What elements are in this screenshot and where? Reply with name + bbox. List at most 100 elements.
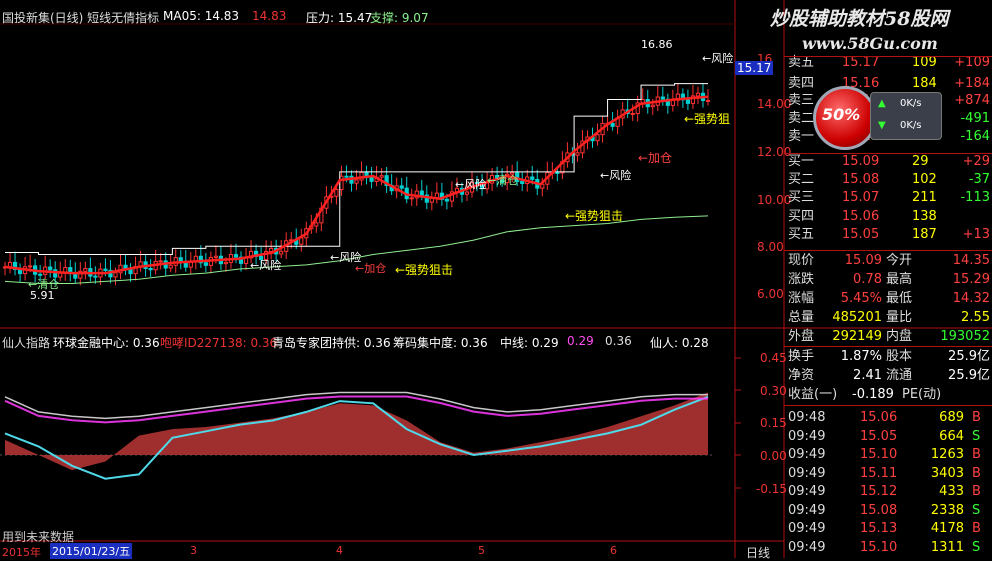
candle-body: [113, 272, 118, 278]
bid-label: 买四: [788, 209, 815, 224]
candle-body: [213, 255, 219, 259]
candle-body: [419, 190, 424, 196]
tick-time: 09:49: [788, 465, 826, 481]
ma5-value: 14.83: [252, 9, 287, 23]
indicator-item: 0.29: [567, 334, 594, 348]
candle-body: [334, 189, 339, 197]
candle-body: [269, 247, 274, 253]
tick-direction: B: [972, 447, 981, 462]
tick-row: 09:49 15.13 4178 B: [784, 520, 992, 537]
high-value-label: 16.86: [641, 38, 673, 51]
stat-value: 15.09: [844, 253, 882, 268]
stat-value: 2.55: [961, 310, 990, 325]
indicator-item: 中线: 0.29: [500, 336, 559, 350]
candle-body: [93, 275, 98, 278]
strong-snipe-label: ←强势狙: [684, 112, 731, 126]
stat-row: 涨跌 0.78 最高 15.29: [784, 271, 992, 288]
stat-value: 485201: [832, 310, 882, 325]
candle-body: [339, 175, 344, 191]
tick-time: 09:49: [788, 502, 826, 518]
bid-label: 买五: [788, 227, 815, 242]
stat-row: 涨幅 5.45% 最低 14.32: [784, 290, 992, 307]
stat-label: 现价: [788, 253, 815, 268]
bid-price: 15.08: [842, 172, 880, 187]
watermark-title: 炒股辅助教材58股网: [770, 8, 949, 30]
tick-direction: B: [972, 484, 981, 499]
x-month-label: 6: [610, 544, 617, 557]
stat-value: 25.9亿: [948, 349, 990, 364]
stat-row: 现价 15.09 今开 14.35: [784, 252, 992, 269]
candle-body: [464, 191, 470, 195]
stat-label: 流通: [886, 368, 913, 383]
x-month-label: 5: [478, 544, 485, 557]
candle-body: [354, 179, 359, 184]
candle-body: [223, 261, 229, 265]
tick-volume: 3403: [930, 465, 964, 481]
tick-price: 15.08: [860, 502, 898, 518]
bid-label: 买一: [788, 154, 815, 169]
candle-body: [279, 250, 284, 255]
stat-value: 2.41: [853, 368, 882, 383]
candle-body: [685, 99, 691, 104]
bid-change: +13: [962, 227, 990, 242]
bid-change: -113: [960, 190, 990, 205]
bid-row: 买三 15.07 211 -113: [784, 189, 992, 206]
tick-price: 15.06: [860, 410, 898, 425]
y-tick: -0.15: [756, 482, 788, 496]
candle-body: [520, 180, 525, 185]
tick-price: 15.10: [860, 539, 898, 555]
price-tag: 15.17: [735, 61, 774, 75]
eps-value: -0.189: [852, 387, 894, 402]
tick-volume: 664: [939, 428, 964, 444]
risk-label: ←风险: [250, 259, 282, 272]
ask-change: +184: [954, 76, 990, 91]
tick-direction: B: [972, 410, 981, 425]
y-tick: 0.30: [760, 384, 787, 398]
stat-value: 1.87%: [840, 349, 882, 364]
stat-label: 量比: [886, 310, 913, 325]
stat-label: 外盘: [788, 329, 815, 344]
stat-value: 5.45%: [840, 291, 882, 306]
stat-row: 外盘 292149 内盘 193052: [784, 328, 992, 345]
indicator-item: 环球金融中心: 0.36: [53, 336, 160, 350]
add-position-label: ←加仓: [355, 262, 387, 275]
strong-snipe-label: ←强势狙击: [565, 209, 624, 223]
ask-row: 卖四 15.16 184 +184: [784, 75, 992, 92]
period-label[interactable]: 日线: [746, 544, 770, 561]
support-label: 支撑: 9.07: [370, 11, 429, 25]
y-tick: 0.15: [760, 416, 787, 430]
risk-label: ←风险: [702, 52, 734, 65]
tick-time: 09:49: [788, 539, 826, 555]
stat-row: 净资 2.41 流通 25.9亿: [784, 367, 992, 384]
bid-volume: 138: [912, 209, 937, 224]
tick-row: 09:49 15.08 2338 S: [784, 502, 992, 519]
tick-volume: 433: [939, 484, 964, 499]
bid-row: 买四 15.06 138: [784, 208, 992, 225]
ask-change: -164: [960, 129, 990, 144]
strong-snipe-label: ←强势狙击: [395, 263, 454, 277]
candle-body: [555, 171, 560, 174]
candle-body: [178, 257, 183, 262]
tick-direction: B: [972, 465, 981, 481]
tick-time: 09:48: [788, 410, 826, 425]
bid-label: 买二: [788, 172, 815, 187]
bid-row: 买一 15.09 29 +29: [784, 153, 992, 170]
quote-separator: [784, 153, 992, 154]
candle-body: [168, 264, 173, 269]
candle-body: [705, 99, 711, 102]
candle-body: [83, 268, 88, 272]
x-month-label: 3: [190, 544, 197, 557]
eps-row: 收益(一) -0.189 PE(动): [784, 386, 992, 403]
tick-volume: 689: [939, 410, 964, 425]
watermark-url: www.58Gu.com: [802, 34, 938, 53]
stat-value: 193052: [940, 329, 990, 344]
tick-direction: S: [972, 539, 981, 555]
candle-body: [344, 175, 349, 178]
quote-separator: [784, 346, 992, 347]
bid-row: 买五 15.05 187 +13: [784, 226, 992, 243]
stat-label: 总量: [788, 310, 815, 325]
low-value-label: 5.91: [30, 289, 55, 302]
candle-body: [630, 113, 635, 116]
tick-volume: 4178: [930, 521, 964, 536]
stat-label: 涨跌: [788, 272, 815, 287]
